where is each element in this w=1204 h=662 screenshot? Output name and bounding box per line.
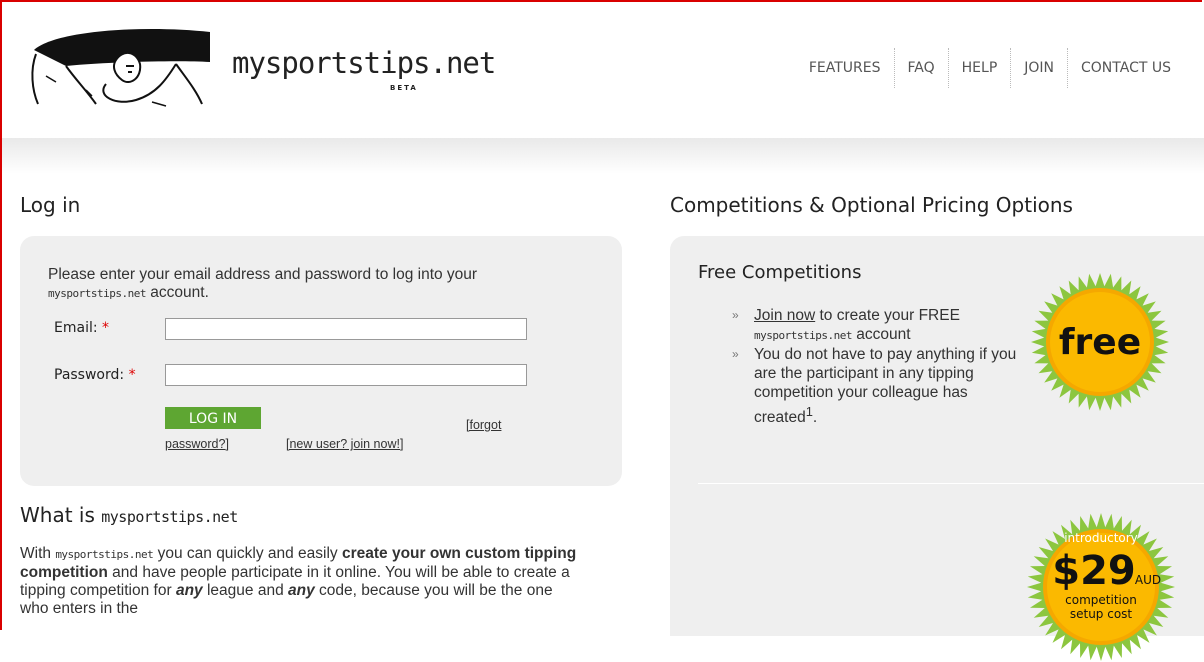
nav-contact-us[interactable]: CONTACT US: [1068, 53, 1184, 83]
list-item: » Join now to create your FREE mysportst…: [732, 307, 960, 343]
header-shadow: [2, 138, 1204, 174]
forgot-password-link[interactable]: [forgot: [466, 418, 501, 432]
intro-brand: mysportstips.net: [48, 287, 146, 300]
login-button[interactable]: LOG IN: [165, 407, 261, 429]
beta-label: BETA: [390, 84, 418, 92]
price-badge-icon: introductory $29 AUD competition setup c…: [1027, 513, 1175, 661]
email-label: Email: *: [54, 320, 110, 336]
price-badge-price: $29: [1052, 548, 1136, 594]
section-divider: [698, 483, 1204, 484]
free-badge-text: free: [1059, 322, 1141, 363]
login-heading: Log in: [20, 193, 81, 217]
forgot-password-link-cont[interactable]: password?]: [165, 437, 229, 451]
bullet-icon: »: [732, 347, 739, 361]
price-badge-line1: competition: [1065, 593, 1137, 607]
login-intro: Please enter your email address and pass…: [48, 266, 578, 303]
free-features-list: » Join now to create your FREE mysportst…: [732, 306, 1032, 427]
about-heading-brand: mysportstips.net: [101, 508, 238, 526]
email-field[interactable]: [165, 318, 527, 340]
free-competitions-heading: Free Competitions: [698, 262, 862, 283]
free-badge-icon: free: [1031, 273, 1169, 411]
nav-help[interactable]: HELP: [949, 53, 1011, 83]
bullet-icon: »: [732, 308, 739, 322]
pricing-heading: Competitions & Optional Pricing Options: [670, 193, 1073, 217]
password-label: Password: *: [54, 367, 136, 383]
price-badge-unit: AUD: [1135, 573, 1161, 587]
price-badge-line2: setup cost: [1070, 607, 1133, 621]
logo-text[interactable]: mysportstips.net: [232, 46, 496, 80]
join-now-link[interactable]: Join now: [754, 307, 815, 324]
about-heading: What is mysportstips.net: [20, 503, 238, 527]
list-item: » You do not have to pay anything if you…: [732, 346, 1017, 427]
nav-join[interactable]: JOIN: [1011, 53, 1067, 83]
nav-features[interactable]: FEATURES: [796, 53, 894, 83]
nav-faq[interactable]: FAQ: [895, 53, 948, 83]
logo-image[interactable]: [26, 20, 212, 112]
new-user-link[interactable]: [new user? join now!]: [286, 437, 403, 451]
password-field[interactable]: [165, 364, 527, 386]
intro-text: Please enter your email address and pass…: [48, 266, 478, 283]
main-nav: FEATURES FAQ HELP JOIN CONTACT US: [796, 48, 1184, 88]
about-paragraph: With mysportstips.net you can quickly an…: [20, 545, 577, 617]
intro-text-end: account.: [150, 284, 209, 301]
price-badge-intro: introductory: [1064, 531, 1138, 545]
